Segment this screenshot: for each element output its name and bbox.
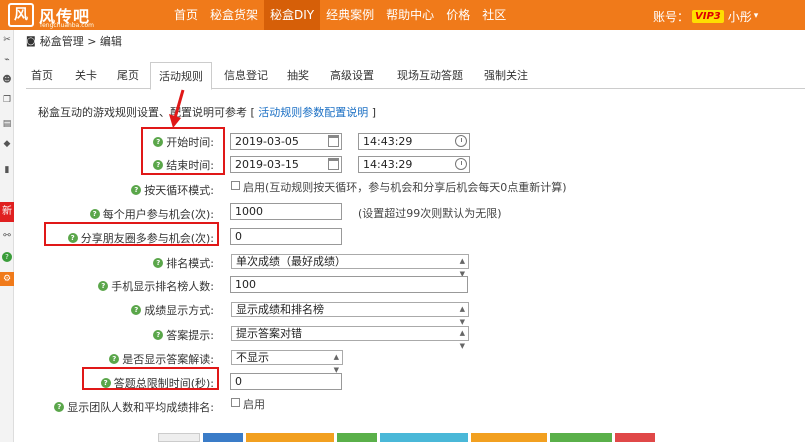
clock-icon[interactable] <box>455 158 467 170</box>
start-date-input[interactable]: 2019-03-05 <box>230 133 342 150</box>
help-icon[interactable]: ? <box>2 252 12 262</box>
nav-community[interactable]: 社区 <box>476 0 512 30</box>
help-icon[interactable]: ? <box>54 402 65 412</box>
daily-mode-checkbox[interactable] <box>231 181 240 190</box>
top-bar: 风 风传吧 fengchuanba.com 首页 秘盒货架 秘盒DIY 经典案例… <box>0 0 805 30</box>
end-date-input[interactable]: 2019-03-15 <box>230 156 342 173</box>
nav-home[interactable]: 首页 <box>168 0 204 30</box>
bottom-button-1[interactable] <box>158 433 200 442</box>
end-time-input[interactable]: 14:43:29 <box>358 156 470 173</box>
nav-shelf[interactable]: 秘盒货架 <box>204 0 264 30</box>
tab-bar: 首页 关卡 尾页 活动规则 信息登记 抽奖 高级设置 现场互动答题 强制关注 <box>26 62 805 90</box>
team-rank-checkbox[interactable] <box>231 398 240 407</box>
logo-subtitle: fengchuanba.com <box>40 22 95 29</box>
tab-live-quiz[interactable]: 现场互动答题 <box>390 62 470 89</box>
bottom-button-7[interactable] <box>550 433 612 442</box>
bottom-button-5[interactable] <box>380 433 468 442</box>
chances-note: (设置超过99次则默认为无限) <box>358 207 502 220</box>
users-icon[interactable]: ☻ <box>1 74 13 86</box>
vip-badge: VIP3 <box>692 9 724 23</box>
intro-text: 秘盒互动的游戏规则设置、配置说明可参考 [ 活动规则参数配置说明 ] <box>38 104 376 120</box>
nav-help[interactable]: 帮助中心 <box>380 0 440 30</box>
clock-icon[interactable] <box>455 135 467 147</box>
calendar-icon[interactable] <box>328 158 339 170</box>
annotation-arrow <box>169 89 185 128</box>
chevron-down-icon: ▲ ▼ <box>459 329 465 350</box>
tab-lottery[interactable]: 抽奖 <box>282 62 314 89</box>
help-icon[interactable]: ? <box>153 330 164 340</box>
box-icon: ◙ <box>26 35 36 47</box>
highlight-timelimit-box <box>82 367 219 390</box>
tab-force-follow[interactable]: 强制关注 <box>478 62 534 89</box>
tag-icon[interactable]: ◆ <box>1 138 13 150</box>
logo-mark: 风 <box>8 3 34 27</box>
help-icon[interactable]: ? <box>153 258 164 268</box>
explain-select[interactable]: 不显示 ▲ ▼ <box>231 350 343 374</box>
tab-end-page[interactable]: 尾页 <box>112 62 144 89</box>
daily-mode-text: 启用(互动规则按天循环，参与机会和分享后机会每天0点重新计算) <box>243 181 567 194</box>
help-icon[interactable]: ? <box>109 354 120 364</box>
nav-diy[interactable]: 秘盒DIY <box>264 0 321 30</box>
chances-input[interactable]: 1000 <box>230 203 342 220</box>
highlight-share-box <box>44 222 219 246</box>
help-icon[interactable]: ? <box>131 305 142 315</box>
tab-activity-rules[interactable]: 活动规则 <box>150 62 212 90</box>
chevron-down-icon: ▾ <box>753 11 759 21</box>
account-menu[interactable]: 账号： VIP3 小彤 ▾ <box>653 6 758 26</box>
copy-icon[interactable]: ❐ <box>1 94 13 106</box>
help-icon[interactable]: ? <box>131 185 142 195</box>
answer-hint-label: ? 答案提示: <box>60 327 214 343</box>
share-chances-input[interactable]: 0 <box>230 228 342 245</box>
breadcrumb-text[interactable]: 秘盒管理 > 编辑 <box>40 33 122 49</box>
bottom-button-bar <box>158 433 658 442</box>
explain-label: ? 是否显示答案解读: <box>60 351 214 367</box>
rank-mode-label: ? 排名模式: <box>60 255 214 271</box>
time-limit-input[interactable]: 0 <box>230 373 342 390</box>
bottom-button-2[interactable] <box>203 433 243 442</box>
help-icon[interactable]: ? <box>89 209 100 219</box>
daily-mode-label: ? 按天循环模式: <box>60 182 214 198</box>
logo[interactable]: 风 风传吧 fengchuanba.com <box>8 2 94 29</box>
mobile-rank-label: ? 手机显示排名榜人数: <box>60 278 214 294</box>
mobile-rank-input[interactable]: 100 <box>230 276 468 293</box>
rules-doc-link[interactable]: 活动规则参数配置说明 <box>258 106 368 119</box>
tab-home[interactable]: 首页 <box>26 62 58 89</box>
bottom-button-6[interactable] <box>471 433 547 442</box>
chart-icon[interactable]: ⌁ <box>1 54 13 66</box>
bottom-button-4[interactable] <box>337 433 377 442</box>
tools-icon[interactable]: ✂ <box>1 34 13 46</box>
score-display-label: ? 成绩显示方式: <box>60 302 214 318</box>
nav-cases[interactable]: 经典案例 <box>320 0 380 30</box>
intro-end: ] <box>368 106 377 119</box>
tab-advanced[interactable]: 高级设置 <box>322 62 382 89</box>
tab-levels[interactable]: 关卡 <box>70 62 102 89</box>
score-display-select[interactable]: 显示成绩和排名榜 ▲ ▼ <box>231 302 469 326</box>
team-rank-label: ? 显示团队人数和平均成绩排名: <box>20 399 214 415</box>
new-badge[interactable]: 新 <box>0 202 14 222</box>
sidebar: ✂ ⌁ ☻ ❐ ▤ ◆ ▮ 新 ⚯ ? ⚙ <box>0 30 14 442</box>
bottom-button-8[interactable] <box>615 433 655 442</box>
main-nav: 首页 秘盒货架 秘盒DIY 经典案例 帮助中心 价格 社区 <box>168 0 512 30</box>
start-time-input[interactable]: 14:43:29 <box>358 133 470 150</box>
calendar-icon[interactable] <box>328 135 339 147</box>
share-icon[interactable]: ⚯ <box>1 230 13 242</box>
book-icon[interactable]: ▮ <box>1 164 13 176</box>
tab-registration[interactable]: 信息登记 <box>218 62 274 89</box>
nav-price[interactable]: 价格 <box>440 0 476 30</box>
help-icon[interactable]: ? <box>98 281 109 291</box>
account-name: 小彤 <box>727 9 752 24</box>
breadcrumb: ◙ 秘盒管理 > 编辑 <box>26 33 122 49</box>
bottom-button-3[interactable] <box>246 433 334 442</box>
intro-label: 秘盒互动的游戏规则设置、配置说明可参考 [ <box>38 106 259 119</box>
account-label: 账号： <box>653 9 690 24</box>
save-icon[interactable]: ▤ <box>1 118 13 130</box>
rank-mode-select[interactable]: 单次成绩（最好成绩） ▲ ▼ <box>231 254 469 278</box>
highlight-time-box <box>141 127 225 175</box>
answer-hint-select[interactable]: 提示答案对错 ▲ ▼ <box>231 326 469 350</box>
settings-icon[interactable]: ⚙ <box>0 272 14 286</box>
chances-label: ? 每个用户参与机会(次): <box>40 206 214 222</box>
team-rank-text: 启用 <box>243 398 265 411</box>
